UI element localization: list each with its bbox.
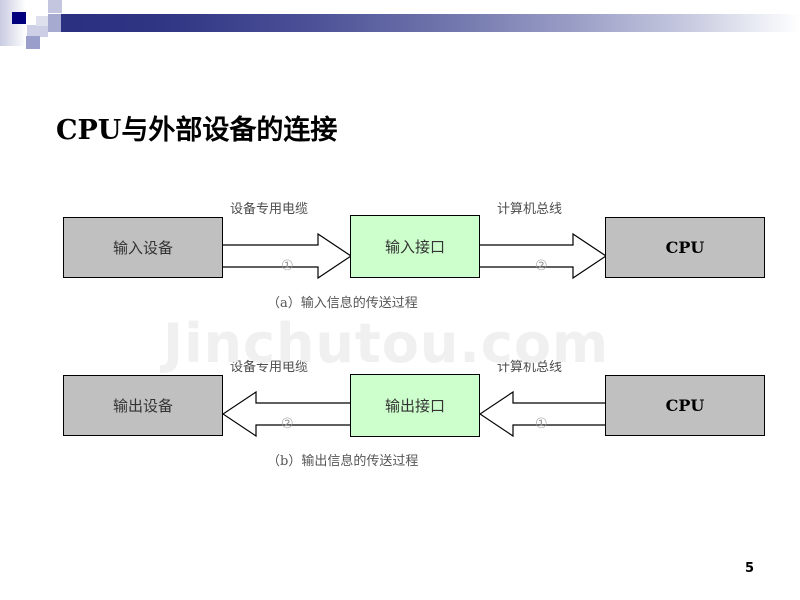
arrow-step-marker-3: ②: [281, 416, 294, 432]
decorative-square-lavender-1: [48, 0, 62, 13]
page-title: CPU与外部设备的连接: [56, 115, 338, 146]
arrow-label-computer-bus-2: 计算机总线: [497, 360, 563, 375]
arrow-step-marker-4: ①: [535, 416, 548, 432]
decorative-square-lavender-4: [26, 36, 40, 49]
arrow-step-marker-2: ②: [535, 258, 548, 274]
header-decoration-band: [0, 0, 800, 49]
decorative-square-lavender-5: [36, 16, 48, 26]
band-gradient-bar: [48, 14, 800, 32]
arrow-label-computer-bus-1: 计算机总线: [497, 202, 563, 217]
diagram-box-input-interface: 输入接口: [350, 215, 480, 278]
page-number: 5: [745, 561, 755, 576]
diagram-box-output-device: 输出设备: [63, 375, 223, 436]
diagram-box-cpu-output-row: CPU: [605, 375, 765, 436]
arrow-label-device-cable-1: 设备专用电缆: [230, 202, 309, 217]
decorative-square-lavender-2: [48, 14, 61, 32]
diagram-box-output-interface: 输出接口: [350, 374, 480, 437]
diagram-box-cpu-input-row: CPU: [605, 217, 765, 278]
arrow-label-device-cable-2: 设备专用电缆: [230, 360, 309, 375]
diagram-caption-a: （a）输入信息的传送过程: [267, 296, 418, 311]
decorative-square-navy: [12, 12, 26, 24]
diagram-box-input-device: 输入设备: [63, 217, 223, 278]
diagram-caption-b: （b）输出信息的传送过程: [267, 454, 419, 469]
arrow-step-marker-1: ①: [281, 258, 294, 274]
